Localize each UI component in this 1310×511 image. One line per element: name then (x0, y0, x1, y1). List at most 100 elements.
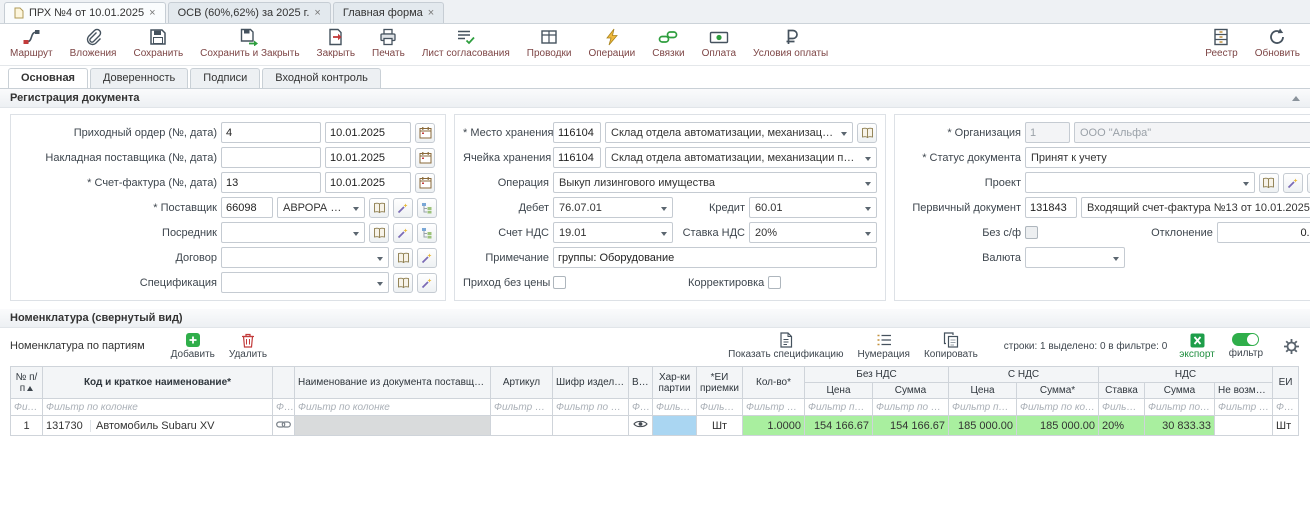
storage-cell-select[interactable]: Склад отдела автоматизации, механизации … (605, 147, 877, 168)
filter-cell[interactable]: Фильтр по колонке (805, 399, 873, 416)
row-price-vat-cell[interactable]: 185 000.00 (949, 416, 1017, 436)
doc-tab-main-form[interactable]: Главная форма (333, 2, 444, 23)
calendar-icon[interactable] (415, 148, 435, 168)
row-sum-no-vat-cell[interactable]: 154 166.67 (873, 416, 949, 436)
row-batch-cell[interactable] (653, 416, 697, 436)
supplier-code-input[interactable] (221, 197, 273, 218)
calendar-icon[interactable] (415, 173, 435, 193)
column-header-vat-rate[interactable]: Ставка (1099, 383, 1145, 399)
approval-sheet-button[interactable]: Лист согласования (422, 28, 510, 59)
row-price-no-vat-cell[interactable]: 154 166.67 (805, 416, 873, 436)
book-icon[interactable] (393, 248, 413, 268)
registry-button[interactable]: Реестр (1205, 28, 1238, 59)
receipt-order-date-input[interactable] (325, 122, 411, 143)
operations-button[interactable]: Операции (588, 28, 635, 59)
filter-cell[interactable]: Фильтр по колонке (873, 399, 949, 416)
primary-doc-code-input[interactable] (1025, 197, 1077, 218)
print-button[interactable]: Печать (372, 28, 405, 59)
no-price-checkbox[interactable] (553, 276, 566, 289)
filter-cell[interactable]: Фильтр по колонке (553, 399, 629, 416)
column-header-link[interactable] (273, 367, 295, 399)
column-header-unit-in[interactable]: *ЕИ приемки (697, 367, 743, 399)
grid-settings-button[interactable] (1283, 338, 1300, 355)
receipt-order-number-input[interactable] (221, 122, 321, 143)
filter-cell[interactable]: Фильтр по колонке (11, 399, 43, 416)
tab-signatures[interactable]: Подписи (190, 68, 260, 88)
row-vat-sum-cell[interactable]: 30 833.33 (1145, 416, 1215, 436)
filter-cell[interactable]: Фильтр по колонке (1099, 399, 1145, 416)
doc-status-select[interactable]: Принят к учету (1025, 147, 1310, 168)
calendar-icon[interactable] (415, 123, 435, 143)
filter-cell[interactable]: Фильтр по колонке (949, 399, 1017, 416)
supplier-invoice-date-input[interactable] (325, 147, 411, 168)
specification-select[interactable] (221, 272, 389, 293)
column-header-batch[interactable]: Хар-ки партии (653, 367, 697, 399)
collapse-icon[interactable] (1292, 96, 1300, 101)
doc-tab-prx[interactable]: ПРХ №4 от 10.01.2025 (4, 2, 166, 23)
row-product-code-cell[interactable] (553, 416, 629, 436)
save-button[interactable]: Сохранить (133, 28, 183, 59)
column-header-sum-no-vat[interactable]: Сумма (873, 383, 949, 399)
filter-cell[interactable]: Фильтр по колонке (743, 399, 805, 416)
tab-input-control[interactable]: Входной контроль (262, 68, 381, 88)
operation-select[interactable]: Выкуп лизингового имущества (553, 172, 877, 193)
filter-cell[interactable]: Фильтр по колонке (1215, 399, 1273, 416)
filter-cell[interactable]: Фильтр по колонке (295, 399, 491, 416)
close-tab-icon[interactable] (428, 8, 434, 19)
close-tab-icon[interactable] (149, 8, 155, 19)
column-header-price-vat[interactable]: Цена (949, 383, 1017, 399)
project-select[interactable] (1025, 172, 1255, 193)
filter-cell[interactable]: Фильтр по колонке (43, 399, 273, 416)
row-code-name-cell[interactable]: 131730 Автомобиль Subaru XV (43, 416, 273, 436)
column-header-supplier-name[interactable]: Наименование из документа поставщика (295, 367, 491, 399)
debit-select[interactable]: 76.07.01 (553, 197, 673, 218)
row-link-cell[interactable] (273, 416, 295, 436)
row-article-cell[interactable] (491, 416, 553, 436)
filter-cell[interactable]: Фильтр по колонке (1017, 399, 1099, 416)
tab-power-of-attorney[interactable]: Доверенность (90, 68, 188, 88)
row-unit-in-cell[interactable]: Шт (697, 416, 743, 436)
payment-terms-button[interactable]: Условия оплаты (753, 28, 828, 59)
column-header-sum-vat[interactable]: Сумма* (1017, 383, 1099, 399)
close-button[interactable]: Закрыть (317, 28, 356, 59)
add-row-button[interactable]: Добавить (171, 332, 215, 360)
column-header-unit[interactable]: ЕИ (1273, 367, 1299, 399)
payment-button[interactable]: Оплата (702, 28, 736, 59)
row-num-cell[interactable]: 1 (11, 416, 43, 436)
row-non-refund-cell[interactable] (1215, 416, 1273, 436)
row-qty-cell[interactable]: 1.0000 (743, 416, 805, 436)
filter-cell[interactable]: Фильтр по колонке (697, 399, 743, 416)
wand-icon[interactable] (1283, 173, 1303, 193)
column-header-price-no-vat[interactable]: Цена (805, 383, 873, 399)
invoice-date-input[interactable] (325, 172, 411, 193)
supplier-select[interactable]: АВРОРА ООО (277, 197, 365, 218)
book-icon[interactable] (857, 123, 877, 143)
primary-doc-select[interactable]: Входящий счет-фактура №13 от 10.01.2025 (1081, 197, 1310, 218)
refresh-button[interactable]: Обновить (1255, 28, 1300, 59)
row-unit-cell[interactable]: Шт (1273, 416, 1299, 436)
filter-cell[interactable]: Фильтр по колонке (273, 399, 295, 416)
book-icon[interactable] (393, 273, 413, 293)
links-button[interactable]: Связки (652, 28, 684, 59)
column-header-non-refund[interactable]: Не возмещ. (1215, 383, 1273, 399)
save-close-button[interactable]: Сохранить и Закрыть (200, 28, 299, 59)
book-icon[interactable] (1259, 173, 1279, 193)
column-header-article[interactable]: Артикул (491, 367, 553, 399)
currency-select[interactable] (1025, 247, 1125, 268)
deviation-input[interactable] (1217, 222, 1310, 243)
credit-select[interactable]: 60.01 (749, 197, 877, 218)
doc-tab-osv[interactable]: ОСВ (60%,62%) за 2025 г. (168, 2, 331, 23)
postings-button[interactable]: Проводки (527, 28, 572, 59)
column-header-num[interactable]: № п/п (11, 367, 43, 399)
table-row[interactable]: 1 131730 Автомобиль Subaru XV Шт 1.0000 … (11, 416, 1299, 436)
filter-toggle[interactable]: фильтр (1229, 333, 1263, 359)
filter-cell[interactable]: Фильтр по колонке (653, 399, 697, 416)
filter-cell[interactable]: Фильтр по колонке (491, 399, 553, 416)
middleman-select[interactable] (221, 222, 365, 243)
correction-checkbox[interactable] (768, 276, 781, 289)
row-sum-vat-cell[interactable]: 185 000.00 (1017, 416, 1099, 436)
row-vlzh-cell[interactable] (629, 416, 653, 436)
filter-cell[interactable]: Фильтр по колонке (1145, 399, 1215, 416)
route-button[interactable]: Маршрут (10, 28, 53, 59)
numbering-button[interactable]: Нумерация (858, 332, 910, 360)
